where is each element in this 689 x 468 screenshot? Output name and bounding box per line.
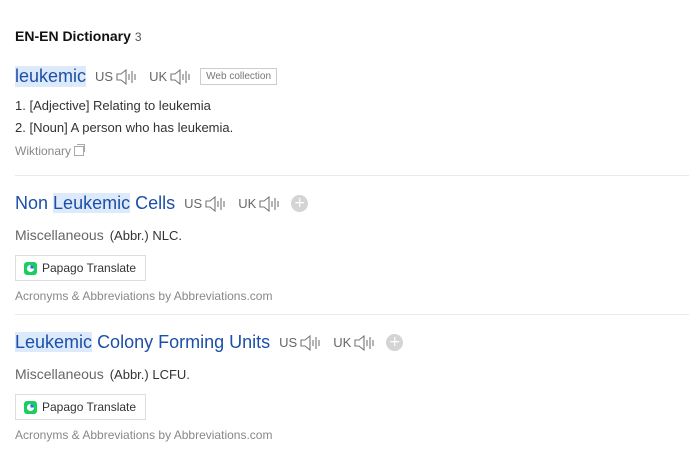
- headword-part: Colony Forming Units: [97, 332, 271, 352]
- plus-icon[interactable]: +: [386, 334, 404, 351]
- us-pronunciation: US: [279, 334, 324, 352]
- headword-highlight: Leukemic: [53, 193, 131, 213]
- abbreviation-text: (Abbr.) NLC.: [109, 227, 182, 243]
- headword-part: Cells: [135, 193, 176, 213]
- dictionary-entry: Leukemic Colony Forming Units US UK + Mi…: [15, 332, 689, 442]
- headword-link[interactable]: Non Leukemic Cells: [15, 193, 175, 214]
- category-label: Miscellaneous: [15, 366, 104, 382]
- papago-icon: [24, 400, 37, 414]
- source-attribution[interactable]: Acronyms & Abbreviations by Abbreviation…: [15, 289, 689, 303]
- entry-headword-row: leukemic US UK Web collection: [15, 66, 689, 87]
- speaker-icon[interactable]: [205, 195, 229, 213]
- uk-pronunciation: UK: [149, 68, 194, 86]
- uk-label: UK: [238, 196, 257, 211]
- headword-link[interactable]: leukemic: [15, 66, 87, 87]
- divider: [15, 314, 689, 315]
- headword-highlight: Leukemic: [15, 332, 93, 352]
- web-collection-tag[interactable]: Web collection: [200, 68, 278, 85]
- papago-translate-button[interactable]: Papago Translate: [15, 394, 147, 420]
- papago-translate-label: Papago Translate: [42, 400, 137, 414]
- definition-item: 1. [Adjective] Relating to leukemia: [15, 98, 211, 113]
- result-count: 3: [134, 30, 142, 44]
- dictionary-entry: Non Leukemic Cells US UK + Miscellaneous…: [15, 193, 689, 303]
- speaker-icon[interactable]: [300, 334, 324, 352]
- abbreviation-row: Miscellaneous (Abbr.) LCFU.: [15, 366, 689, 382]
- section-title: EN-EN Dictionary 3: [15, 28, 142, 44]
- plus-icon[interactable]: +: [291, 195, 309, 212]
- speaker-icon[interactable]: [170, 68, 194, 86]
- abbreviation-text: (Abbr.) LCFU.: [109, 366, 190, 382]
- uk-label: UK: [333, 335, 352, 350]
- entry-headword-row: Leukemic Colony Forming Units US UK +: [15, 332, 689, 353]
- headword-link[interactable]: Leukemic Colony Forming Units: [15, 332, 270, 353]
- speaker-icon[interactable]: [354, 334, 378, 352]
- uk-label: UK: [149, 69, 168, 84]
- papago-translate-label: Papago Translate: [42, 261, 137, 275]
- abbreviation-row: Miscellaneous (Abbr.) NLC.: [15, 227, 689, 243]
- uk-pronunciation: UK: [238, 195, 283, 213]
- category-label: Miscellaneous: [15, 227, 104, 243]
- source-attribution: Wiktionary: [15, 144, 689, 158]
- section-title-text: EN-EN Dictionary: [15, 28, 131, 44]
- copy-icon[interactable]: [74, 144, 86, 156]
- dictionary-entry: leukemic US UK Web collection 1. [Adject…: [15, 66, 689, 158]
- definition-list: 1. [Adjective] Relating to leukemia 2. […: [15, 95, 689, 139]
- us-label: US: [279, 335, 298, 350]
- us-label: US: [184, 196, 203, 211]
- speaker-icon[interactable]: [116, 68, 140, 86]
- source-link[interactable]: Wiktionary: [15, 144, 71, 158]
- divider: [15, 175, 689, 176]
- entry-headword-row: Non Leukemic Cells US UK +: [15, 193, 689, 214]
- us-pronunciation: US: [184, 195, 229, 213]
- uk-pronunciation: UK: [333, 334, 378, 352]
- papago-translate-button[interactable]: Papago Translate: [15, 255, 147, 281]
- definition-item: 2. [Noun] A person who has leukemia.: [15, 120, 234, 135]
- papago-icon: [24, 261, 37, 275]
- source-attribution[interactable]: Acronyms & Abbreviations by Abbreviation…: [15, 428, 689, 442]
- us-label: US: [95, 69, 114, 84]
- us-pronunciation: US: [95, 68, 140, 86]
- headword-part: Non: [15, 193, 49, 213]
- speaker-icon[interactable]: [259, 195, 283, 213]
